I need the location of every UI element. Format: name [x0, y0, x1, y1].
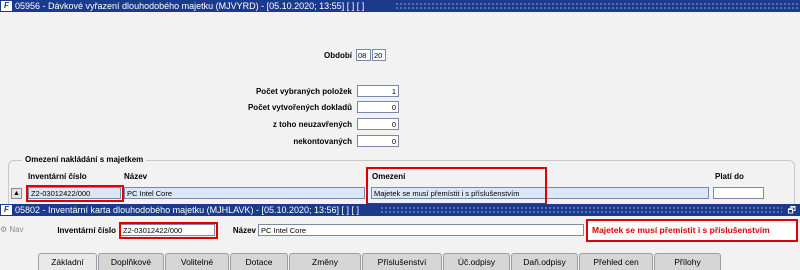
inv-cislo-label: Inventární číslo	[57, 226, 116, 235]
row-select-button[interactable]: ▲	[11, 188, 22, 199]
titlebar-pattern	[380, 206, 782, 214]
col-header-plati: Platí do	[715, 172, 744, 181]
pocet-vytvorenych-label: Počet vytvořených dokladů	[247, 103, 352, 112]
warning-text: Majetek se musí přemístit i s příslušens…	[592, 225, 770, 235]
pocet-vybranych-label: Počet vybraných položek	[255, 87, 352, 96]
app-logo-icon: F	[1, 1, 12, 11]
highlight-inv-box	[26, 185, 124, 202]
tab-dan-odpisy[interactable]: Daň.odpisy	[511, 253, 578, 270]
obdobi-month-field[interactable]: 08	[356, 49, 371, 61]
highlight-inv2-box	[119, 222, 218, 239]
omezeni-group-title: Omezení nakládání s majetkem	[22, 155, 147, 164]
col-header-inv: Inventární číslo	[28, 172, 87, 181]
window2-title: 05802 - Inventární karta dlouhodobého ma…	[15, 205, 360, 215]
obdobi-label: Období	[324, 51, 352, 60]
titlebar-pattern	[395, 2, 800, 10]
nazev-field[interactable]: PC Intel Core	[258, 224, 584, 236]
tab-prislusenstvi[interactable]: Příslušenství	[362, 253, 442, 270]
neuzavrenych-label: z toho neuzavřených	[272, 120, 352, 129]
pocet-vybranych-field: 1	[357, 85, 399, 97]
tab-uc-odpisy[interactable]: Úč.odpisy	[443, 253, 510, 270]
tab-doplnkove[interactable]: Doplňkové	[98, 253, 164, 270]
window2-titlebar[interactable]: F 05802 - Inventární karta dlouhodobého …	[0, 204, 800, 216]
nav-button[interactable]: ⚙ Nav	[0, 225, 24, 234]
row-nazev-field[interactable]: PC Intel Core	[124, 187, 365, 199]
tab-zakladni[interactable]: Základní	[38, 253, 97, 270]
triangle-up-icon: ▲	[13, 190, 20, 197]
nav-icon: ⚙	[0, 225, 8, 234]
app-logo-icon: F	[1, 205, 12, 215]
tab-dotace[interactable]: Dotace	[230, 253, 288, 270]
pocet-vytvorenych-field: 0	[357, 101, 399, 113]
nekontovanych-label: nekontovaných	[293, 137, 352, 146]
row-plati-field[interactable]	[713, 187, 764, 199]
tab-zmeny[interactable]: Změny	[289, 253, 361, 270]
nav-label: Nav	[9, 225, 24, 234]
neuzavrenych-field: 0	[357, 118, 399, 130]
window1-titlebar[interactable]: F 05956 - Dávkové vyřazení dlouhodobého …	[0, 0, 800, 12]
nekontovanych-field: 0	[357, 135, 399, 147]
highlight-omezeni-box	[366, 167, 547, 205]
tab-prehled-cen[interactable]: Přehled cen	[579, 253, 653, 270]
col-header-nazev: Název	[124, 172, 148, 181]
window1-title: 05956 - Dávkové vyřazení dlouhodobého ma…	[15, 1, 365, 11]
tab-volitelne[interactable]: Volitelné	[165, 253, 229, 270]
restore-icon[interactable]: 🗗	[788, 204, 796, 216]
obdobi-year-field[interactable]: 20	[372, 49, 386, 61]
nazev-label: Název	[232, 226, 256, 235]
tab-prilohy[interactable]: Přílohy	[654, 253, 721, 270]
